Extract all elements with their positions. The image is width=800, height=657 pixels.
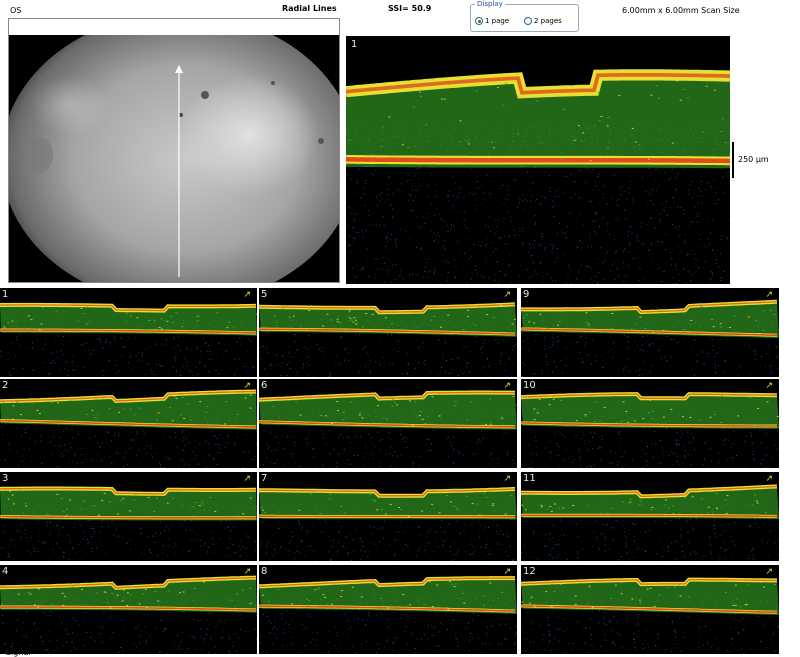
radio-selected-icon[interactable] <box>475 17 483 25</box>
display-option-label: 2 pages <box>534 17 562 25</box>
thumbnail-bscan-1[interactable]: 1 ↗ <box>0 288 257 377</box>
display-option-label: 1 page <box>485 17 510 25</box>
scan-direction-arrow-icon: ↗ <box>503 474 511 484</box>
thumbnail-bscan-3[interactable]: 3 ↗ <box>0 472 257 561</box>
thumbnail-number: 1 <box>2 289 9 300</box>
display-option-1-page[interactable]: 1 page <box>475 17 509 25</box>
thumbnail-number: 10 <box>523 380 536 391</box>
bottom-label: Signal <box>6 648 31 657</box>
thumbnail-bscan-11[interactable]: 11 ↗ <box>521 472 779 561</box>
main-scan-number: 1 <box>351 39 358 50</box>
scale-label: 250 µm <box>738 155 769 164</box>
scan-pattern-label: Radial Lines <box>282 4 337 13</box>
scan-size-label: 6.00mm x 6.00mm Scan Size <box>622 6 740 15</box>
fundus-image[interactable] <box>9 35 339 282</box>
thumbnail-bscan-4[interactable]: 4 ↗ <box>0 565 257 654</box>
thumbnail-bscan-12[interactable]: 12 ↗ <box>521 565 779 654</box>
scan-direction-arrow-icon: ↗ <box>243 381 251 391</box>
scan-direction-arrow-icon: ↗ <box>765 567 773 577</box>
radio-unselected-icon[interactable] <box>524 17 532 25</box>
thumbnail-number: 12 <box>523 566 536 577</box>
thumbnail-number: 6 <box>261 380 268 391</box>
display-option-2-pages[interactable]: 2 pages <box>524 17 562 25</box>
thumbnail-bscan-8[interactable]: 8 ↗ <box>259 565 517 654</box>
scan-direction-arrow-icon: ↗ <box>503 381 511 391</box>
main-bscan[interactable]: 1 <box>346 36 730 284</box>
scan-direction-arrow-icon: ↗ <box>765 474 773 484</box>
scan-direction-arrow-icon: ↗ <box>503 567 511 577</box>
scan-direction-arrow-icon: ↗ <box>243 474 251 484</box>
scan-direction-arrow-icon: ↗ <box>243 290 251 300</box>
thumbnail-bscan-10[interactable]: 10 ↗ <box>521 379 779 468</box>
thumbnail-bscan-6[interactable]: 6 ↗ <box>259 379 517 468</box>
thumbnail-number: 8 <box>261 566 268 577</box>
thumbnail-number: 5 <box>261 289 268 300</box>
eye-label: OS <box>10 6 22 15</box>
scan-direction-arrow-icon: ↗ <box>243 567 251 577</box>
thumbnail-number: 3 <box>2 473 9 484</box>
thumbnail-number: 4 <box>2 566 9 577</box>
thumbnail-number: 9 <box>523 289 530 300</box>
thumbnail-number: 2 <box>2 380 9 391</box>
scan-direction-arrow-icon: ↗ <box>765 381 773 391</box>
thumbnail-bscan-9[interactable]: 9 ↗ <box>521 288 779 377</box>
scan-direction-arrow-icon: ↗ <box>765 290 773 300</box>
display-legend: Display <box>475 0 505 8</box>
display-options-group: Display 1 page 2 pages <box>470 0 579 32</box>
scale-bar <box>732 142 734 178</box>
thumbnail-bscan-2[interactable]: 2 ↗ <box>0 379 257 468</box>
thumbnail-bscan-5[interactable]: 5 ↗ <box>259 288 517 377</box>
thumbnail-bscan-7[interactable]: 7 ↗ <box>259 472 517 561</box>
scan-direction-arrow-icon: ↗ <box>503 290 511 300</box>
thumbnail-number: 7 <box>261 473 268 484</box>
fundus-panel <box>8 18 340 283</box>
ssi-label: SSI= 50.9 <box>388 4 432 13</box>
thumbnail-number: 11 <box>523 473 536 484</box>
